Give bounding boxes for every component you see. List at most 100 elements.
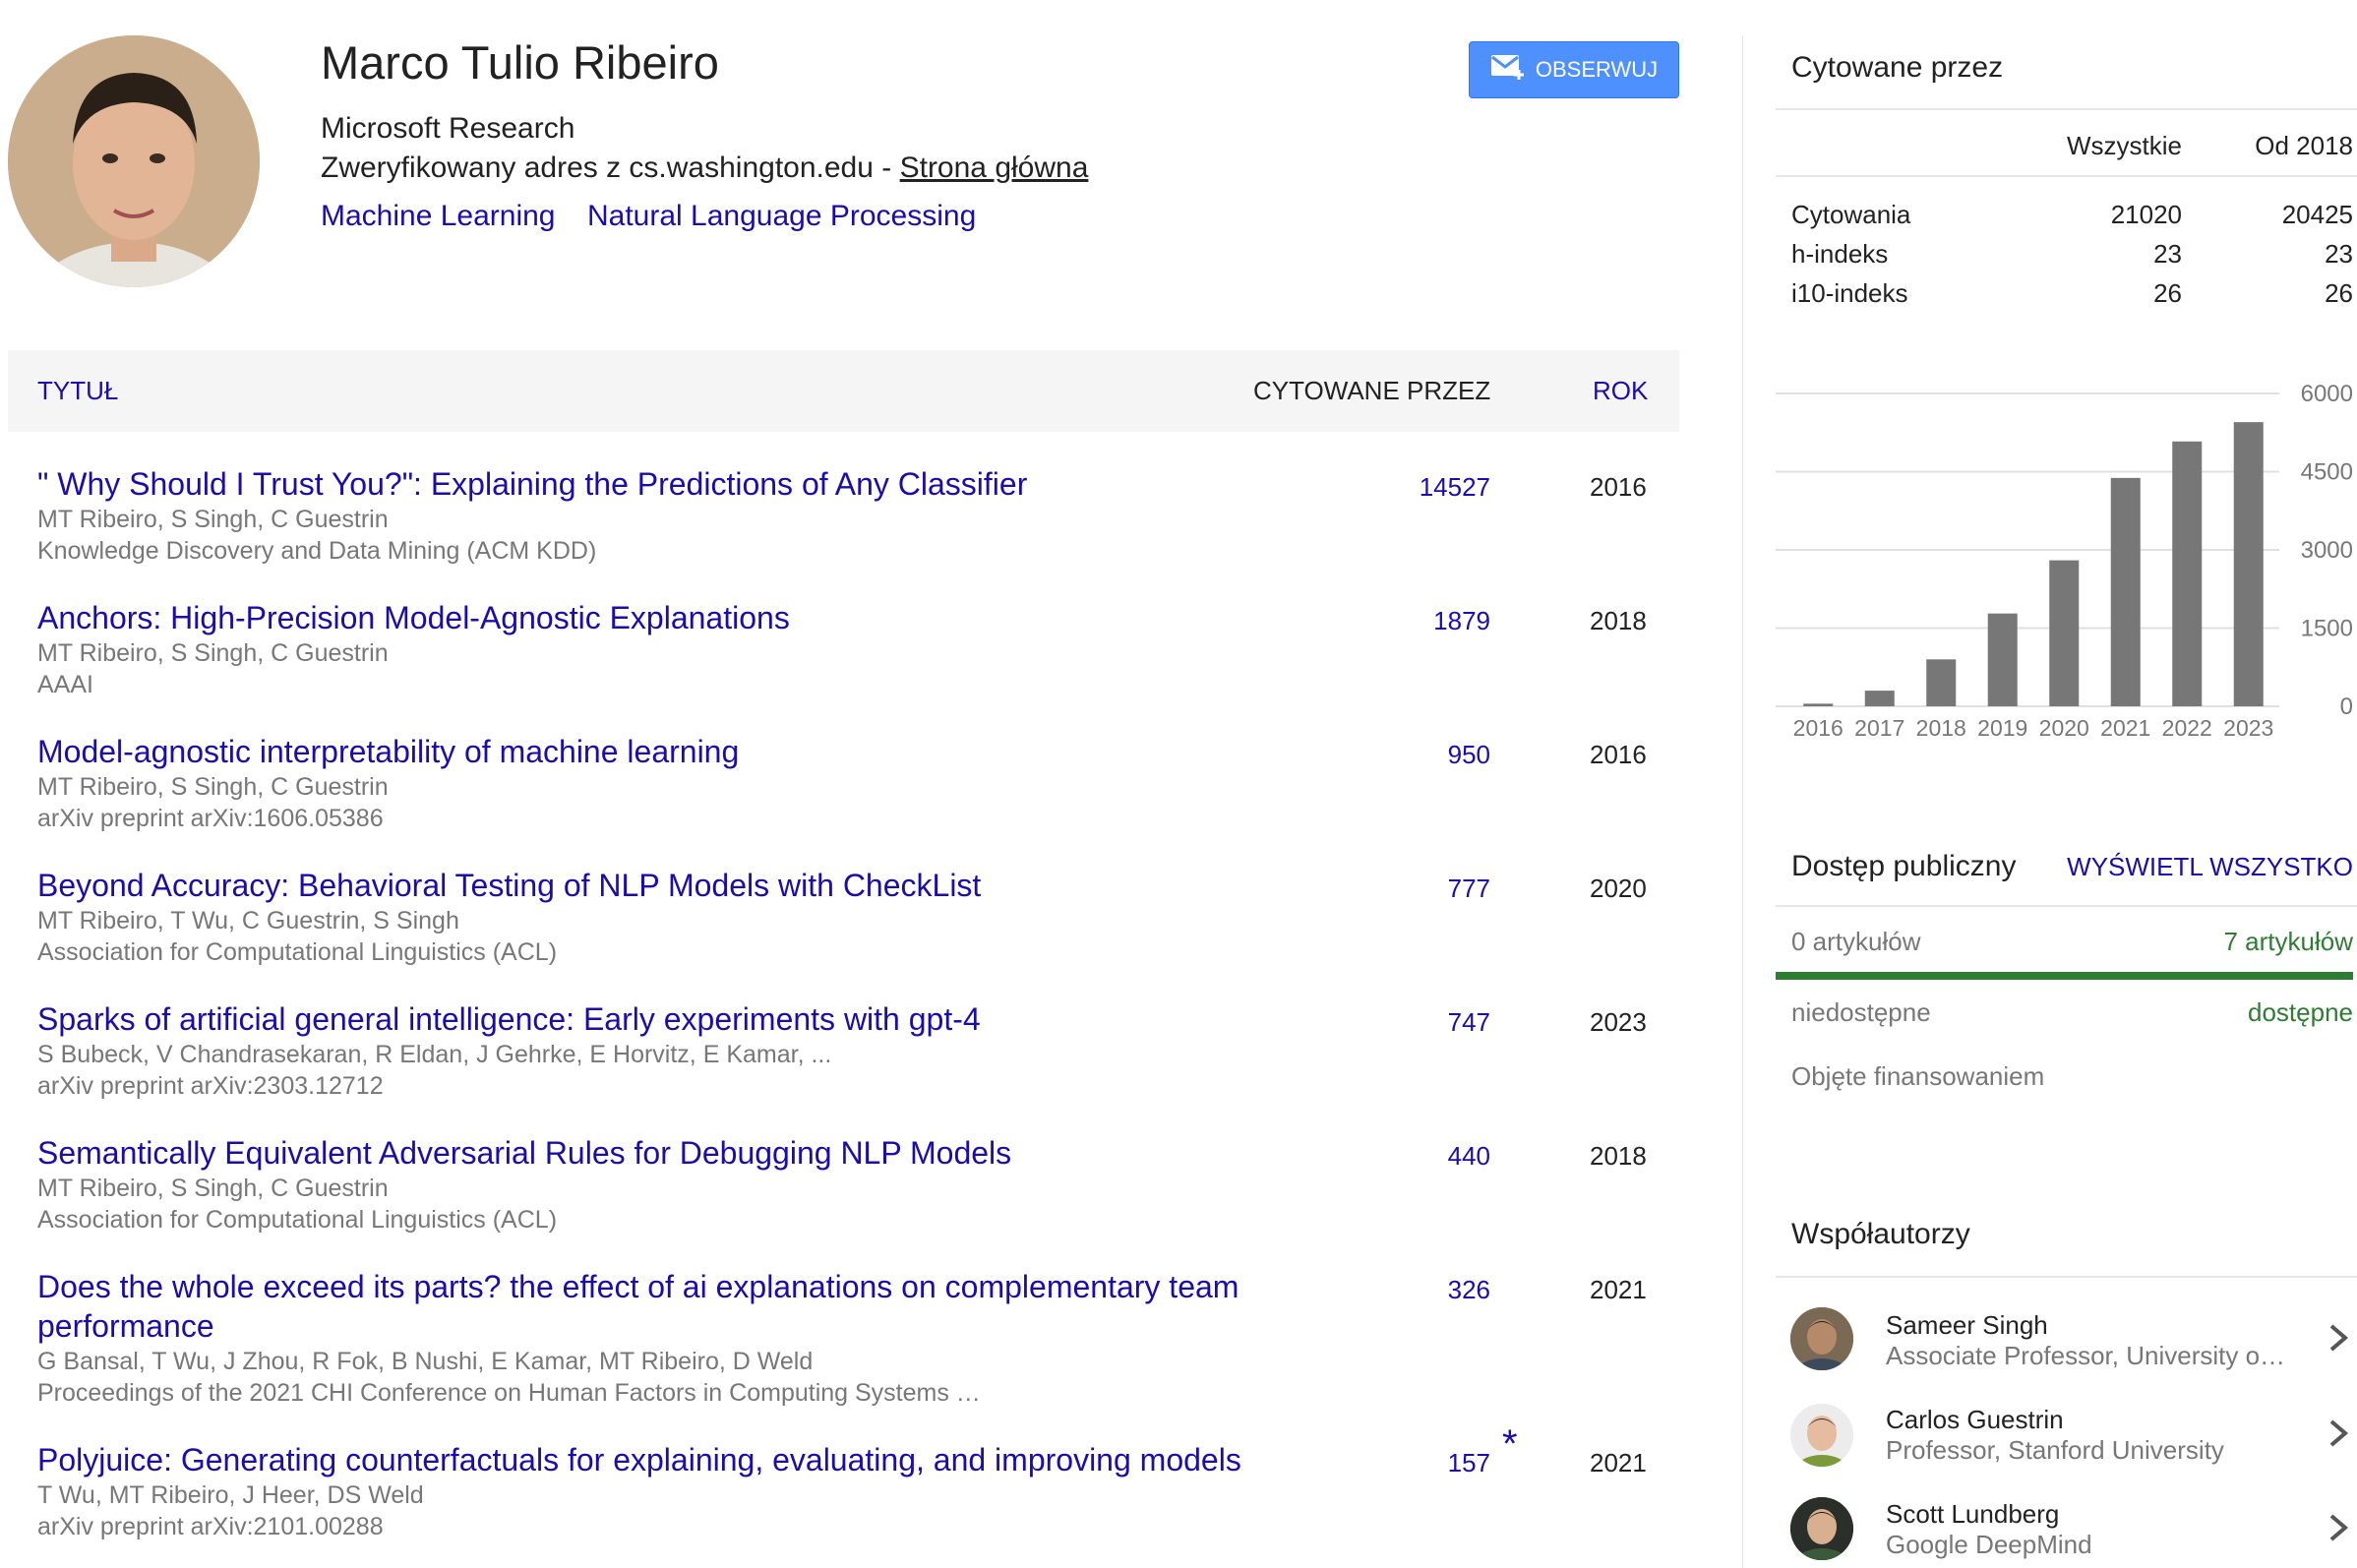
y-tick-4500: 4500	[2301, 459, 2353, 486]
article-authors-6: MT Ribeiro, S Singh, C Guestrin	[37, 1175, 389, 1202]
article-cites-2[interactable]: 1879	[1333, 606, 1490, 636]
bar-2023[interactable]	[2233, 422, 2264, 706]
article-authors-2: MT Ribeiro, S Singh, C Guestrin	[37, 639, 389, 667]
x-tick-2022: 2022	[2162, 715, 2212, 741]
article-cites-1[interactable]: 14527	[1333, 472, 1490, 503]
article-cites-4[interactable]: 777	[1333, 874, 1490, 904]
public-access-heading: Dostęp publiczny	[1791, 850, 2017, 882]
article-year-3: 2016	[1590, 740, 1647, 769]
coauthor-avatar-1[interactable]	[1790, 1307, 1853, 1370]
stat-label-i10-index: i10-indeks	[1791, 278, 1908, 308]
article-venue-6: Association for Computational Linguistic…	[37, 1206, 558, 1234]
x-tick-2019: 2019	[1977, 715, 2027, 741]
article-venue-4: Association for Computational Linguistic…	[37, 938, 558, 966]
article-year-5: 2023	[1590, 1007, 1647, 1037]
coauthors-heading: Współautorzy	[1791, 1218, 1970, 1250]
article-venue-7: Proceedings of the 2021 CHI Conference o…	[37, 1379, 981, 1407]
profile-affiliation: Microsoft Research	[321, 112, 575, 145]
unavailable-count[interactable]: 0 artykułów	[1791, 927, 1921, 957]
coauthor-affiliation-3: Google DeepMind	[1886, 1530, 2092, 1559]
x-tick-2020: 2020	[2039, 715, 2089, 741]
bar-2019[interactable]	[1987, 613, 2018, 706]
coauthor-avatar-3[interactable]	[1790, 1497, 1853, 1560]
stat-citations-since: 20425	[2281, 200, 2353, 229]
sort-by-title[interactable]: TYTUŁ	[37, 376, 118, 406]
bar-2020[interactable]	[2049, 560, 2080, 706]
verified-text: Zweryfikowany adres z cs.washington.edu …	[321, 151, 900, 184]
col-all-header: Wszystkie	[2067, 131, 2182, 160]
stat-label-citations: Cytowania	[1791, 200, 1911, 229]
article-cites-7[interactable]: 326	[1333, 1275, 1490, 1305]
article-cites-5[interactable]: 747	[1333, 1007, 1490, 1038]
available-count[interactable]: 7 artykułów	[2125, 927, 2354, 957]
bar-2017[interactable]	[1864, 691, 1895, 706]
article-title-1[interactable]: " Why Should I Trust You?": Explaining t…	[37, 464, 1316, 504]
interest-nlp[interactable]: Natural Language Processing	[587, 200, 976, 233]
public-access-divider	[1776, 905, 2357, 907]
y-tick-3000: 3000	[2301, 537, 2353, 564]
cited-by-column-header[interactable]: CYTOWANE PRZEZ	[1253, 376, 1490, 406]
stat-citations-all: 21020	[2110, 200, 2182, 229]
coauthor-avatar-2[interactable]	[1790, 1404, 1853, 1467]
article-authors-5: S Bubeck, V Chandrasekaran, R Eldan, J G…	[37, 1041, 832, 1068]
interest-machine-learning[interactable]: Machine Learning	[321, 200, 556, 233]
article-year-4: 2020	[1590, 874, 1647, 903]
x-tick-2016: 2016	[1793, 715, 1843, 741]
article-cites-6[interactable]: 440	[1333, 1141, 1490, 1172]
bar-2021[interactable]	[2110, 477, 2141, 706]
article-cites-8[interactable]: 157	[1333, 1448, 1490, 1478]
coauthor-name-3[interactable]: Scott Lundberg	[1886, 1499, 2059, 1530]
coauthor-name-1[interactable]: Sameer Singh	[1886, 1310, 2048, 1341]
sort-by-year[interactable]: ROK	[1593, 376, 1648, 406]
coauthor-affiliation-1: Associate Professor, University o…	[1886, 1341, 2286, 1370]
article-title-3[interactable]: Model-agnostic interpretability of machi…	[37, 732, 1316, 771]
article-venue-2: AAAI	[37, 671, 93, 698]
view-all-link[interactable]: WYŚWIETL WSZYSTKO	[2066, 852, 2353, 882]
article-venue-8: arXiv preprint arXiv:2101.00288	[37, 1513, 384, 1540]
article-venue-5: arXiv preprint arXiv:2303.12712	[37, 1072, 384, 1100]
coauthor-name-2[interactable]: Carlos Guestrin	[1886, 1405, 2064, 1435]
article-venue-1: Knowledge Discovery and Data Mining (ACM…	[37, 537, 597, 565]
stat-i10-index-since: 26	[2325, 278, 2353, 308]
homepage-link[interactable]: Strona główna	[900, 151, 1089, 184]
funded-label: Objęte finansowaniem	[1791, 1061, 2045, 1091]
stat-label-h-index: h-indeks	[1791, 239, 1889, 269]
x-tick-2018: 2018	[1916, 715, 1966, 741]
x-tick-2021: 2021	[2100, 715, 2150, 741]
verified-email: Zweryfikowany adres z cs.washington.edu …	[321, 151, 1088, 185]
stats-divider	[1776, 175, 2357, 177]
chevron-right-icon[interactable]	[2324, 1414, 2353, 1453]
merged-citations-mark[interactable]: *	[1502, 1422, 1518, 1467]
profile-name: Marco Tulio Ribeiro	[321, 36, 719, 89]
article-authors-8: T Wu, MT Ribeiro, J Heer, DS Weld	[37, 1481, 424, 1509]
article-year-6: 2018	[1590, 1141, 1647, 1171]
chevron-right-icon[interactable]	[2324, 1318, 2353, 1357]
article-title-2[interactable]: Anchors: High-Precision Model-Agnostic E…	[37, 598, 1316, 637]
mail-plus-icon	[1490, 52, 1526, 88]
y-tick-0: 0	[2340, 694, 2353, 720]
bar-2016[interactable]	[1803, 703, 1834, 706]
article-venue-3: arXiv preprint arXiv:1606.05386	[37, 805, 384, 832]
public-access-bar-fill	[1776, 972, 2353, 980]
article-authors-4: MT Ribeiro, T Wu, C Guestrin, S Singh	[37, 907, 459, 935]
article-title-5[interactable]: Sparks of artificial general intelligenc…	[37, 999, 1316, 1039]
article-cites-3[interactable]: 950	[1333, 740, 1490, 770]
unavailable-label: niedostępne	[1791, 997, 1931, 1027]
bar-2018[interactable]	[1926, 659, 1957, 706]
article-title-4[interactable]: Beyond Accuracy: Behavioral Testing of N…	[37, 866, 1316, 905]
article-title-7[interactable]: Does the whole exceed its parts? the eff…	[37, 1267, 1267, 1346]
follow-label: OBSERWUJ	[1535, 57, 1659, 82]
article-title-6[interactable]: Semantically Equivalent Adversarial Rule…	[37, 1133, 1316, 1173]
cited-by-divider	[1776, 108, 2357, 110]
article-title-8[interactable]: Polyjuice: Generating counterfactuals fo…	[37, 1440, 1316, 1479]
stat-h-index-all: 23	[2153, 239, 2182, 269]
article-year-7: 2021	[1590, 1275, 1647, 1304]
chevron-right-icon[interactable]	[2324, 1508, 2353, 1547]
follow-button[interactable]: OBSERWUJ	[1469, 41, 1679, 98]
coauthors-divider	[1776, 1276, 2357, 1278]
available-label: dostępne	[2248, 997, 2353, 1027]
stat-h-index-since: 23	[2325, 239, 2353, 269]
bar-2022[interactable]	[2172, 441, 2203, 706]
stat-i10-index-all: 26	[2153, 278, 2182, 308]
cited-by-heading: Cytowane przez	[1791, 51, 2004, 84]
